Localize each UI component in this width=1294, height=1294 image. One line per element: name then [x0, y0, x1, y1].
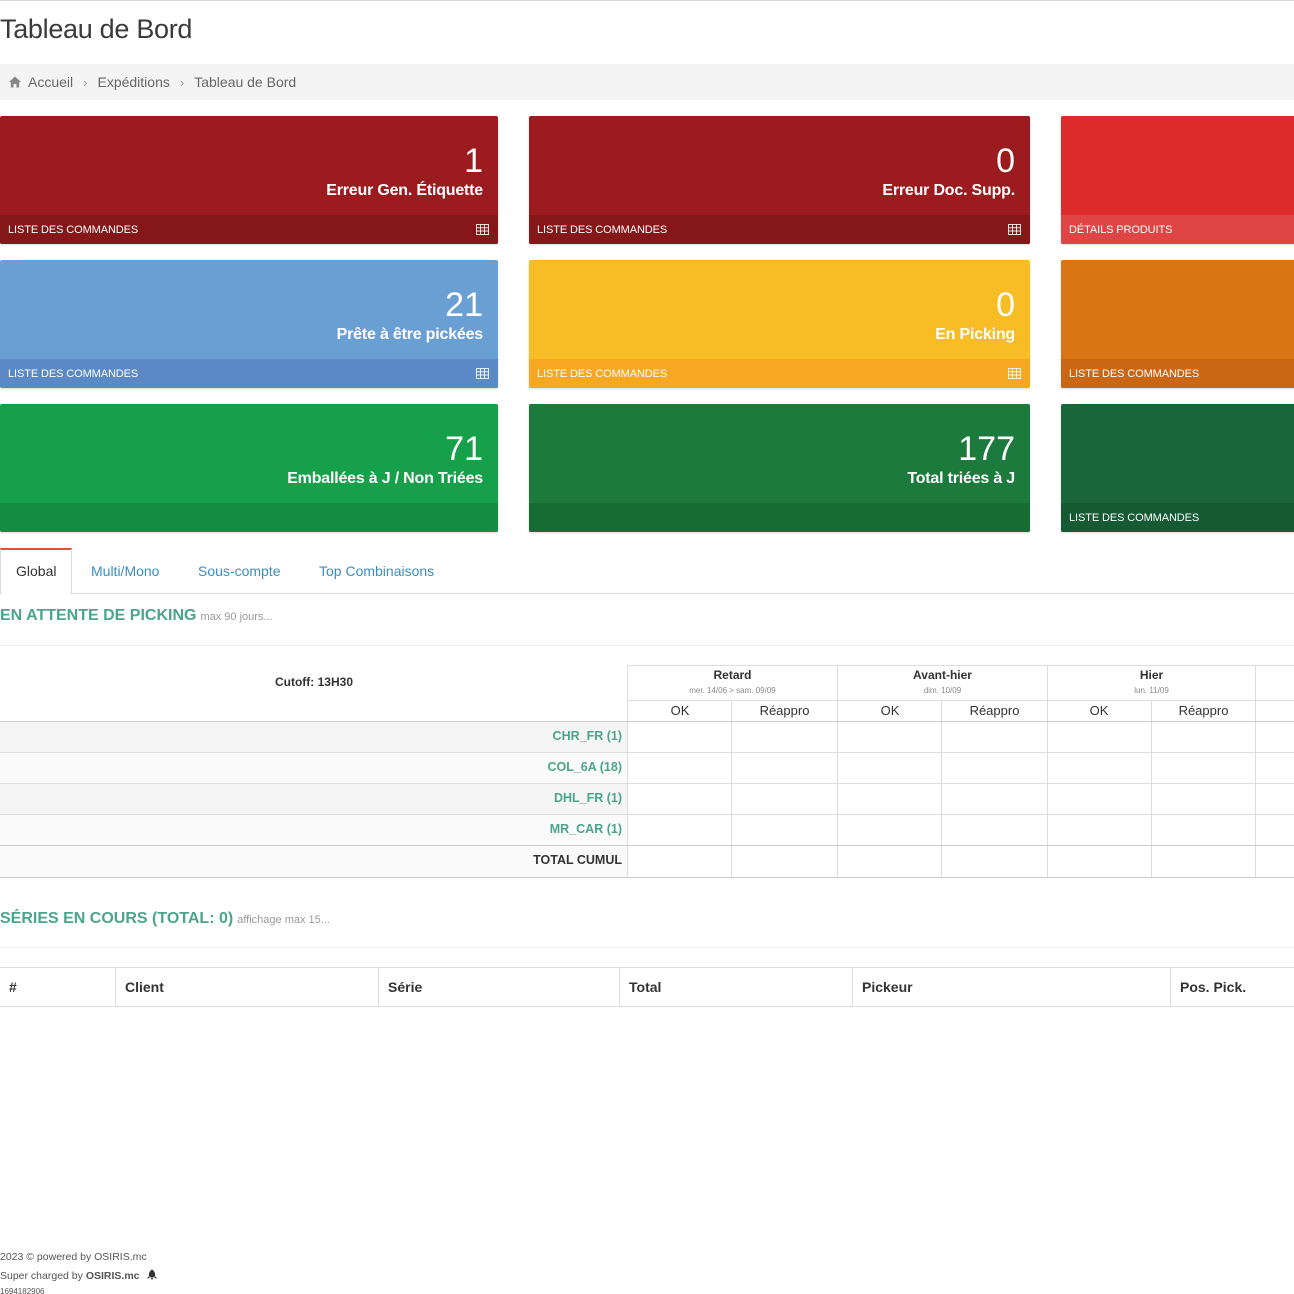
- column-header-pickeur[interactable]: Pickeur: [852, 968, 1170, 1006]
- breadcrumb-current: Tableau de Bord: [194, 74, 297, 90]
- tile-label: En Picking: [935, 326, 1015, 343]
- tab-bar: Global Multi/Mono Sous-compte Top Combin…: [0, 548, 1294, 595]
- subheader-reappro: Réappro: [1178, 703, 1229, 718]
- footer-build-id: 1694182906: [0, 1287, 45, 1294]
- carrier-row-link[interactable]: MR_CAR (1): [0, 822, 622, 836]
- tab-top-combinaisons[interactable]: Top Combinaisons: [319, 548, 434, 594]
- stat-tile-orange[interactable]: LISTE DES COMMANDES: [1061, 260, 1294, 388]
- tile-label: Erreur Doc. Supp.: [882, 182, 1015, 199]
- column-header-serie[interactable]: Série: [378, 968, 619, 1006]
- subheader-ok: OK: [670, 703, 690, 718]
- tile-footer-link[interactable]: LISTE DES COMMANDES: [529, 215, 1030, 244]
- tile-footer-link[interactable]: LISTE DES COMMANDES: [529, 359, 1030, 388]
- stat-tile-produits[interactable]: DÉTAILS PRODUITS: [1061, 116, 1294, 244]
- subheader-reappro: Réappro: [969, 703, 1020, 718]
- subheader-reappro: Réappro: [759, 703, 810, 718]
- breadcrumb-section-link[interactable]: Expéditions: [97, 74, 169, 90]
- picking-section-title: EN ATTENTE DE PICKING max 90 jours...: [0, 607, 273, 625]
- tab-multi-mono[interactable]: Multi/Mono: [91, 548, 159, 594]
- column-header-retard: Retard: [713, 668, 752, 682]
- tile-footer-link[interactable]: DÉTAILS PRODUITS: [1061, 215, 1294, 244]
- subheader-ok: OK: [1089, 703, 1109, 718]
- tile-footer-link[interactable]: [529, 503, 1030, 532]
- tile-number: 177: [958, 430, 1015, 468]
- column-date-avant-hier: dim. 10/09: [923, 686, 962, 695]
- stat-tile-emballees[interactable]: 71 Emballées à J / Non Triées: [0, 404, 498, 532]
- divider: [0, 645, 1294, 646]
- footer-supercharged: Super charged by OSIRIS.mc: [0, 1267, 158, 1286]
- tile-label: Erreur Gen. Étiquette: [326, 182, 483, 199]
- tile-footer-text: LISTE DES COMMANDES: [537, 223, 668, 236]
- divider: [0, 947, 1294, 948]
- column-header-client[interactable]: Client: [115, 968, 378, 1006]
- stat-tile-pickees[interactable]: 21 Prête à être pickées LISTE DES COMMANDE…: [0, 260, 498, 388]
- column-header-pos-pick[interactable]: Pos. Pick.: [1170, 968, 1294, 1006]
- column-header-hier: Hier: [1139, 668, 1164, 682]
- stat-tile-etiquette[interactable]: 1 Erreur Gen. Étiquette LISTE DES COMMANDE…: [0, 116, 498, 244]
- stat-tile-darkgreen[interactable]: LISTE DES COMMANDES: [1061, 404, 1294, 532]
- series-table-header: # Client Série Total Pickeur Pos. Pick.: [0, 967, 1294, 1007]
- rocket-icon: [147, 1269, 158, 1281]
- column-header-total[interactable]: Total: [619, 968, 852, 1006]
- carrier-row-link[interactable]: CHR_FR (1): [0, 729, 622, 743]
- stat-tile-docsupp[interactable]: 0 Erreur Doc. Supp. LISTE DES COMMANDES: [529, 116, 1030, 244]
- tile-footer-text: DÉTAILS PRODUITS: [1069, 223, 1173, 236]
- footer-supercharged-prefix: Super charged by: [0, 1270, 86, 1282]
- series-title-text: SÉRIES EN COURS (TOTAL: 0): [0, 910, 234, 927]
- subheader-ok: OK: [880, 703, 900, 718]
- carrier-row-link[interactable]: COL_6A (18): [0, 760, 622, 774]
- tab-sous-compte[interactable]: Sous-compte: [198, 548, 280, 594]
- tile-number: 0: [996, 286, 1015, 324]
- tile-footer-text: LISTE DES COMMANDES: [1069, 367, 1200, 380]
- tile-footer-text: LISTE DES COMMANDES: [8, 367, 139, 380]
- column-header-number[interactable]: #: [0, 968, 115, 1006]
- tile-number: 1: [464, 142, 483, 180]
- tile-label: Emballées à J / Non Triées: [287, 470, 483, 487]
- column-date-retard: mer. 14/06 > sam. 09/09: [689, 686, 776, 695]
- table-icon: [476, 224, 489, 235]
- series-subtitle: affichage max 15...: [237, 914, 330, 926]
- series-section-title: SÉRIES EN COURS (TOTAL: 0) affichage max …: [0, 910, 330, 928]
- chevron-right-icon: ›: [83, 74, 88, 90]
- tile-label: Total triées à J: [907, 470, 1015, 487]
- tile-number: 71: [445, 430, 483, 468]
- breadcrumb-home-link[interactable]: Accueil: [28, 74, 73, 90]
- top-border: [0, 0, 1294, 1]
- tile-footer-link[interactable]: LISTE DES COMMANDES: [1061, 503, 1294, 532]
- chevron-right-icon: ›: [179, 74, 185, 90]
- tile-label: Prête à être pickées: [336, 326, 484, 343]
- tile-footer-link[interactable]: LISTE DES COMMANDES: [0, 359, 498, 388]
- footer-copyright: 2023 © powered by OSIRIS.mc: [0, 1251, 147, 1263]
- footer-brand: OSIRIS.mc: [85, 1270, 140, 1282]
- picking-subtitle: max 90 jours...: [200, 611, 273, 623]
- total-cumul-label: TOTAL CUMUL: [533, 853, 622, 867]
- stat-tile-triees[interactable]: 177 Total triées à J: [529, 404, 1030, 532]
- tile-footer-text: LISTE DES COMMANDES: [537, 367, 668, 380]
- tile-number: 0: [996, 142, 1015, 180]
- table-icon: [1008, 368, 1021, 379]
- table-icon: [476, 368, 489, 379]
- tab-global[interactable]: Global: [0, 548, 73, 595]
- table-icon: [1008, 224, 1021, 235]
- picking-title-text: EN ATTENTE DE PICKING: [0, 607, 197, 624]
- footer: 2023 © powered by OSIRIS.mc Super charge…: [0, 1248, 158, 1294]
- home-icon: [9, 76, 21, 88]
- tile-footer-text: LISTE DES COMMANDES: [1069, 511, 1200, 524]
- cutoff-label: Cutoff: 13H30: [274, 675, 353, 689]
- tile-number: 21: [445, 286, 483, 324]
- tile-footer-link[interactable]: LISTE DES COMMANDES: [1061, 359, 1294, 388]
- tile-footer-text: LISTE DES COMMANDES: [8, 223, 139, 236]
- column-header-avant-hier: Avant-hier: [913, 668, 972, 682]
- page-title: Tableau de Bord: [0, 14, 193, 44]
- stat-tile-picking[interactable]: 0 En Picking LISTE DES COMMANDES: [529, 260, 1030, 388]
- tile-footer-link[interactable]: [0, 503, 498, 532]
- breadcrumb: Accueil › Expéditions › Tableau de Bord: [0, 64, 1294, 100]
- carrier-row-link[interactable]: DHL_FR (1): [0, 791, 622, 805]
- tile-footer-link[interactable]: LISTE DES COMMANDES: [0, 215, 498, 244]
- column-date-hier: lun. 11/09: [1134, 686, 1169, 695]
